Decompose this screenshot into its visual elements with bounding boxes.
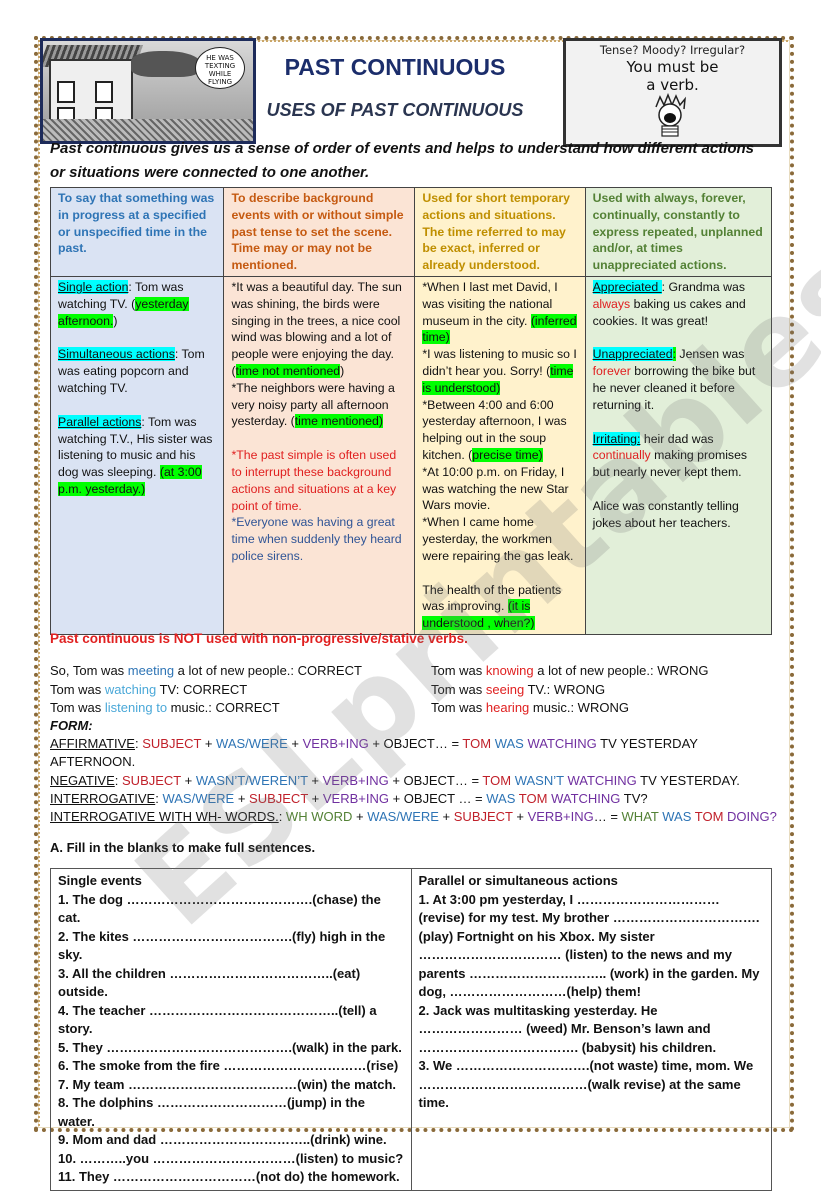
page-title: PAST CONTINUOUS xyxy=(284,54,506,80)
exercise-item: 4. The teacher ……………………………………..(tell) a … xyxy=(58,1002,377,1037)
form-interrogative: INTERROGATIVE: WAS/WERE + SUBJECT + VERB… xyxy=(50,790,648,806)
parallel-actions-column: Parallel or simultaneous actions 1. At 3… xyxy=(410,868,772,1191)
exercise-item: 2. Jack was multitasking yesterday. He …… xyxy=(418,1002,717,1055)
correct-examples: So, Tom was meeting a lot of new people.… xyxy=(50,662,362,718)
simultaneous-actions-label: Simultaneous actions xyxy=(58,347,175,362)
column-title: Parallel or simultaneous actions xyxy=(418,873,618,888)
exercise-item: 3. All the children ………………………………..(eat) … xyxy=(58,965,361,1000)
single-events-column: Single events 1. The dog …………………………………….… xyxy=(50,868,412,1191)
wrong-examples: Tom was knowing a lot of new people.: WR… xyxy=(431,662,708,718)
use-examples-4: Appreciated : Grandma was always baking … xyxy=(584,275,773,635)
cartoon-caption-line3: a verb. xyxy=(646,76,699,94)
time-highlight: precise time) xyxy=(472,447,543,462)
exercise-table: Single events 1. The dog …………………………………….… xyxy=(50,868,772,1191)
correct-example: So, Tom was meeting a lot of new people.… xyxy=(50,663,362,678)
form-negative: NEGATIVE: SUBJECT + WASN’T/WEREN’T + VER… xyxy=(50,772,740,788)
screaming-kid-icon xyxy=(655,93,686,137)
past-simple-note: *The past simple is often used to interr… xyxy=(231,448,397,513)
exercise-item: 10. ………..you ……………………………(listen) to musi… xyxy=(58,1150,404,1166)
exercise-item: 3. We ………………………….(not waste) time, mom. … xyxy=(418,1058,754,1110)
use-examples-1: Single action: Tom was watching TV. (yes… xyxy=(49,275,225,635)
correct-example: Tom was listening to music.: CORRECT xyxy=(50,700,280,715)
irritating-label: Irritating: xyxy=(592,431,641,446)
use-header-2: To describe background events with or wi… xyxy=(223,187,416,277)
use-examples-3: *When I last met David, I was visiting t… xyxy=(414,275,586,635)
single-action-label: Single action xyxy=(58,279,129,294)
stative-heading: Past continuous is NOT used with non-pro… xyxy=(50,631,468,646)
use-header-1: To say that something was in progress at… xyxy=(49,187,225,277)
use-header-3: Used for short temporary actions and sit… xyxy=(414,187,586,277)
parallel-actions-label: Parallel actions xyxy=(58,414,142,429)
wrong-example: Tom was seeing TV.: WRONG xyxy=(431,681,606,697)
time-highlight: time not mentioned xyxy=(235,363,341,378)
form-wh-interrogative: INTERROGATIVE WITH WH- WORDS.: WH WORD +… xyxy=(50,809,777,825)
cartoon-caption-line1: Tense? Moody? Irregular? xyxy=(599,43,746,57)
cartoon-screaming-kid-image: Tense? Moody? Irregular? You must be a v… xyxy=(563,38,782,147)
unappreciated-label: Unappreciated xyxy=(592,347,673,362)
interrupt-example: *Everyone was having a great time when s… xyxy=(231,515,402,563)
exercise-heading: A. Fill in the blanks to make full sente… xyxy=(50,840,316,855)
form-section: FORM: AFFIRMATIVE: SUBJECT + WAS/WERE + … xyxy=(50,717,780,826)
wrong-example: Tom was hearing music.: WRONG xyxy=(431,700,629,715)
page-subtitle: USES OF PAST CONTINUOUS xyxy=(266,100,524,120)
exercise-item: 6. The smoke from the fire ……………………………(r… xyxy=(58,1058,399,1073)
exercise-item: 9. Mom and dad ……………………………..(drink) wine… xyxy=(58,1132,387,1147)
time-highlight: time mentioned) xyxy=(294,414,383,429)
exercise-item: 11. They ……………………………(not do) the homewor… xyxy=(58,1169,400,1184)
uses-table: To say that something was in progress at… xyxy=(49,187,773,635)
speech-bubble: HE WAS TEXTING WHILE FLYING xyxy=(195,47,245,89)
exercise-item: 1. The dog …………………………………….(chase) the ca… xyxy=(58,891,381,926)
cartoon-plane-crash-image: HE WAS TEXTING WHILE FLYING xyxy=(40,38,256,144)
exercise-item: 7. My team …………………………………(win) the match. xyxy=(58,1076,397,1092)
cartoon-caption-line2: You must be xyxy=(626,58,719,76)
exercise-item: 2. The kites ……………………………….(fly) high in … xyxy=(58,928,386,963)
intro-paragraph: Past continuous gives us a sense of orde… xyxy=(50,140,755,181)
form-label: FORM: xyxy=(50,718,93,733)
column-title: Single events xyxy=(58,873,142,888)
correct-example: Tom was watching TV: CORRECT xyxy=(50,681,248,697)
use-header-4: Used with always, forever, continually, … xyxy=(584,187,773,277)
exercise-item: 8. The dolphins …………………………(jump) in the … xyxy=(58,1095,365,1129)
use-examples-2: *It was a beautiful day. The sun was shi… xyxy=(223,275,416,635)
plane-icon xyxy=(131,51,201,77)
wrong-example: Tom was knowing a lot of new people.: WR… xyxy=(431,663,709,678)
form-affirmative: AFFIRMATIVE: SUBJECT + WAS/WERE + VERB+I… xyxy=(50,736,698,770)
appreciated-label: Appreciated xyxy=(592,279,662,294)
exercise-item: 5. They …………………………………….(walk) in the par… xyxy=(58,1039,402,1055)
exercise-item: 1. At 3:00 pm yesterday, I ……………………………(r… xyxy=(418,891,760,1000)
